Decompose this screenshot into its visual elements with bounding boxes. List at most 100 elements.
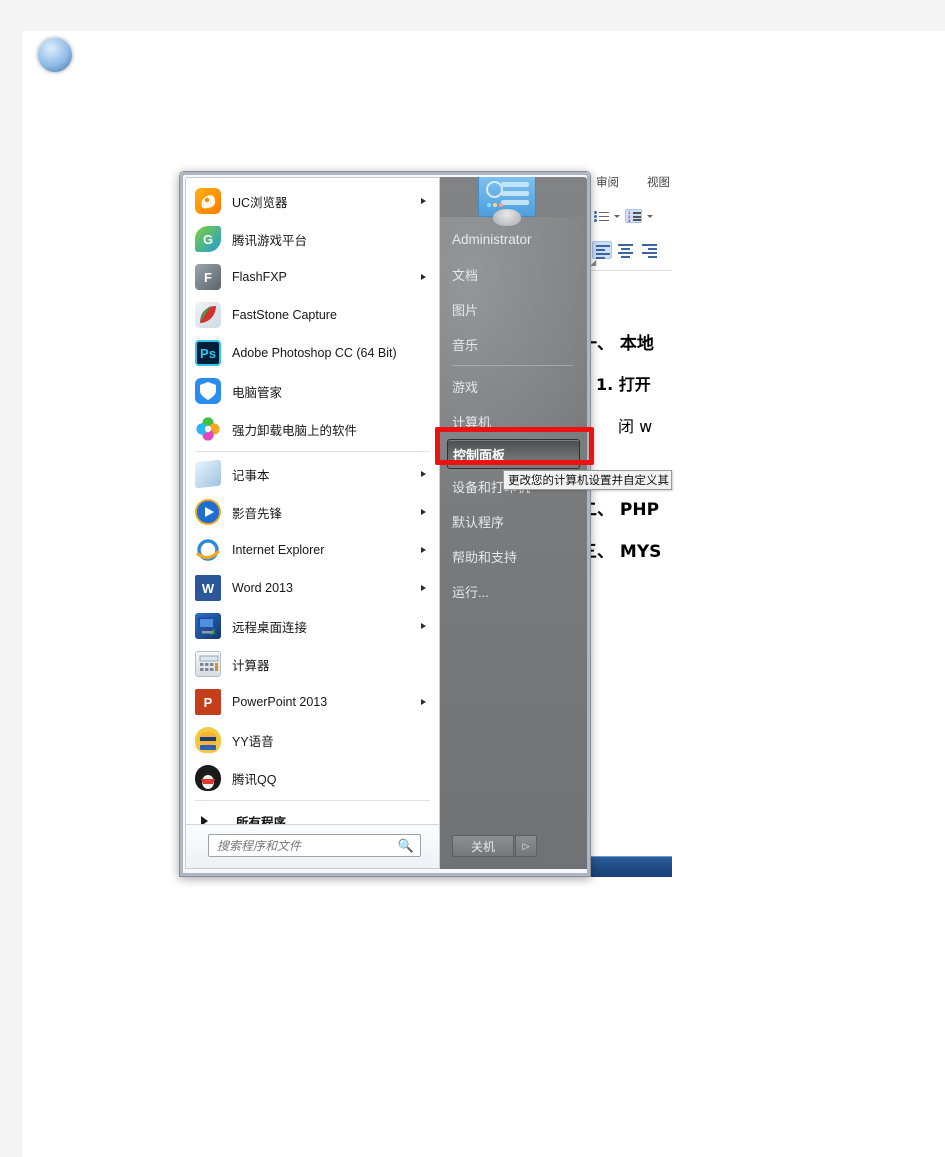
align-left-icon[interactable] [592, 241, 612, 259]
tab-review[interactable]: 审阅 [596, 174, 619, 190]
numbered-list-icon[interactable]: 123 [625, 209, 642, 223]
program-item[interactable]: 记事本 [186, 455, 439, 493]
qq-icon [195, 765, 221, 791]
program-item-label: UC浏览器 [232, 195, 288, 210]
start-menu-programs-pane: UC浏览器 G 腾讯游戏平台 F FlashFXP FastStone Capture Ps… [185, 177, 440, 869]
chevron-right-icon[interactable]: ▷ [515, 835, 537, 857]
places-item-top-0[interactable]: 文档 [440, 257, 587, 292]
align-center-icon[interactable] [616, 241, 636, 259]
ribbon-paragraph-group: 123 ◢ [582, 195, 672, 271]
program-item[interactable]: W Word 2013 [186, 569, 439, 607]
internet-explorer-icon [195, 537, 221, 563]
word-document-backdrop: 审阅 视图 123 ◢ 一、 本地 1. 打开 闭 w 二、 PHP 三、 MY… [582, 169, 672, 875]
search-input[interactable] [209, 838, 396, 853]
word-icon: W [195, 575, 221, 601]
submenu-arrow-icon[interactable] [421, 470, 426, 477]
submenu-arrow-icon[interactable] [421, 508, 426, 515]
submenu-arrow-icon[interactable] [421, 546, 426, 553]
places-item-mid-0[interactable]: 游戏 [440, 369, 587, 404]
places-item-top-2[interactable]: 音乐 [440, 327, 587, 362]
places-divider-1 [452, 365, 573, 366]
avatar-bar-3 [501, 200, 529, 205]
submenu-arrow-icon[interactable] [421, 698, 426, 705]
alignment-buttons-row [592, 241, 660, 259]
program-item[interactable]: 电脑管家 [186, 372, 439, 410]
program-item-label: YY语音 [232, 734, 274, 749]
program-item-label: PowerPoint 2013 [232, 695, 328, 709]
program-item[interactable]: 腾讯QQ [186, 759, 439, 797]
program-item[interactable]: FastStone Capture [186, 296, 439, 334]
flashfxp-icon-glyph: F [204, 269, 212, 285]
program-item-label: FlashFXP [232, 270, 287, 284]
program-item[interactable]: ✗ 远程桌面连接 [186, 607, 439, 645]
submenu-arrow-icon[interactable] [421, 622, 426, 629]
search-icon[interactable]: 🔍 [396, 838, 416, 854]
list-divider [195, 451, 430, 452]
start-orb-button[interactable] [38, 38, 72, 72]
submenu-arrow-icon[interactable] [421, 197, 426, 204]
start-menu-search-area: 🔍 [186, 824, 439, 868]
avatar-stand [493, 209, 521, 226]
notepad-icon [195, 459, 221, 489]
ribbon-tab-strip[interactable]: 审阅 视图 [582, 169, 672, 195]
program-item-label: 远程桌面连接 [232, 620, 308, 635]
xfplay-icon [195, 499, 221, 525]
avatar-dot-3 [499, 203, 503, 207]
program-item-label: 计算器 [232, 658, 270, 673]
chevron-down-icon-2[interactable] [647, 214, 653, 218]
doc-text-1: 闭 w [618, 417, 653, 436]
program-item[interactable]: P PowerPoint 2013 [186, 683, 439, 721]
program-item[interactable]: Internet Explorer [186, 531, 439, 569]
submenu-arrow-icon[interactable] [421, 584, 426, 591]
places-item-mid-1[interactable]: 计算机 [440, 404, 587, 439]
remote-desktop-monitor-icon: ✗ [198, 617, 217, 637]
program-item[interactable]: 强力卸载电脑上的软件 [186, 410, 439, 448]
program-item-label: 影音先锋 [232, 506, 283, 521]
tab-view[interactable]: 视图 [647, 174, 670, 190]
program-item[interactable]: 计算器 [186, 645, 439, 683]
shutdown-control[interactable]: 关机 ▷ [452, 835, 537, 857]
shutdown-button[interactable]: 关机 [452, 835, 514, 857]
photoshop-icon-glyph: Ps [200, 345, 216, 361]
places-item-bottom-1[interactable]: 默认程序 [440, 504, 587, 539]
ie-swirl-icon [196, 539, 220, 561]
faststone-leaf-icon [200, 306, 216, 323]
program-item[interactable]: F FlashFXP [186, 258, 439, 296]
program-item[interactable]: YY语音 [186, 721, 439, 759]
places-item-bottom-2[interactable]: 帮助和支持 [440, 539, 587, 574]
doc-heading-3: 三、 MYS [582, 542, 662, 562]
uc-browser-icon [195, 188, 221, 214]
chevron-down-icon[interactable] [614, 214, 620, 218]
list-buttons-row: 123 [594, 209, 653, 223]
doc-numbered-1: 1. 打开 [596, 375, 651, 394]
flashfxp-icon: F [195, 264, 221, 290]
monitor-avatar-icon[interactable] [474, 177, 540, 231]
start-menu-places-pane: Administrator 文档 图片 音乐 游戏 计算机 控制面板 设备和打印机 默认程序帮… [440, 177, 587, 869]
photoshop-icon: Ps [195, 340, 221, 366]
user-name-label: Administrator [452, 232, 532, 247]
powerpoint-icon-glyph: P [203, 694, 213, 710]
program-item-label: Adobe Photoshop CC (64 Bit) [232, 346, 397, 360]
tencent-games-icon: G [195, 226, 221, 252]
search-input-wrap[interactable]: 🔍 [208, 834, 421, 857]
program-item[interactable]: 影音先锋 [186, 493, 439, 531]
program-item-label: 强力卸载电脑上的软件 [232, 423, 358, 438]
submenu-arrow-icon[interactable] [421, 273, 426, 280]
svg-text:✗: ✗ [210, 628, 217, 637]
shutdown-area: 关机 ▷ [440, 825, 587, 869]
align-right-icon[interactable] [640, 241, 660, 259]
places-item-control-panel[interactable]: 控制面板 [447, 439, 580, 469]
powerpoint-icon: P [195, 689, 221, 715]
document-page: 审阅 视图 123 ◢ 一、 本地 1. 打开 闭 w 二、 PHP 三、 MY… [22, 31, 945, 1157]
uninstaller-petals-icon [196, 417, 220, 441]
program-item[interactable]: UC浏览器 [186, 182, 439, 220]
places-list: 文档 图片 音乐 游戏 计算机 控制面板 设备和打印机 默认程序 帮助和支持 运行... [440, 257, 587, 609]
program-item[interactable]: Ps Adobe Photoshop CC (64 Bit) [186, 334, 439, 372]
bulleted-list-icon[interactable] [594, 210, 609, 223]
uc-squirrel-icon [201, 195, 216, 209]
calculator-icon [195, 651, 221, 677]
places-item-bottom-3[interactable]: 运行... [440, 574, 587, 609]
program-item[interactable]: G 腾讯游戏平台 [186, 220, 439, 258]
places-item-top-1[interactable]: 图片 [440, 292, 587, 327]
remote-desktop-icon: ✗ [195, 613, 221, 639]
